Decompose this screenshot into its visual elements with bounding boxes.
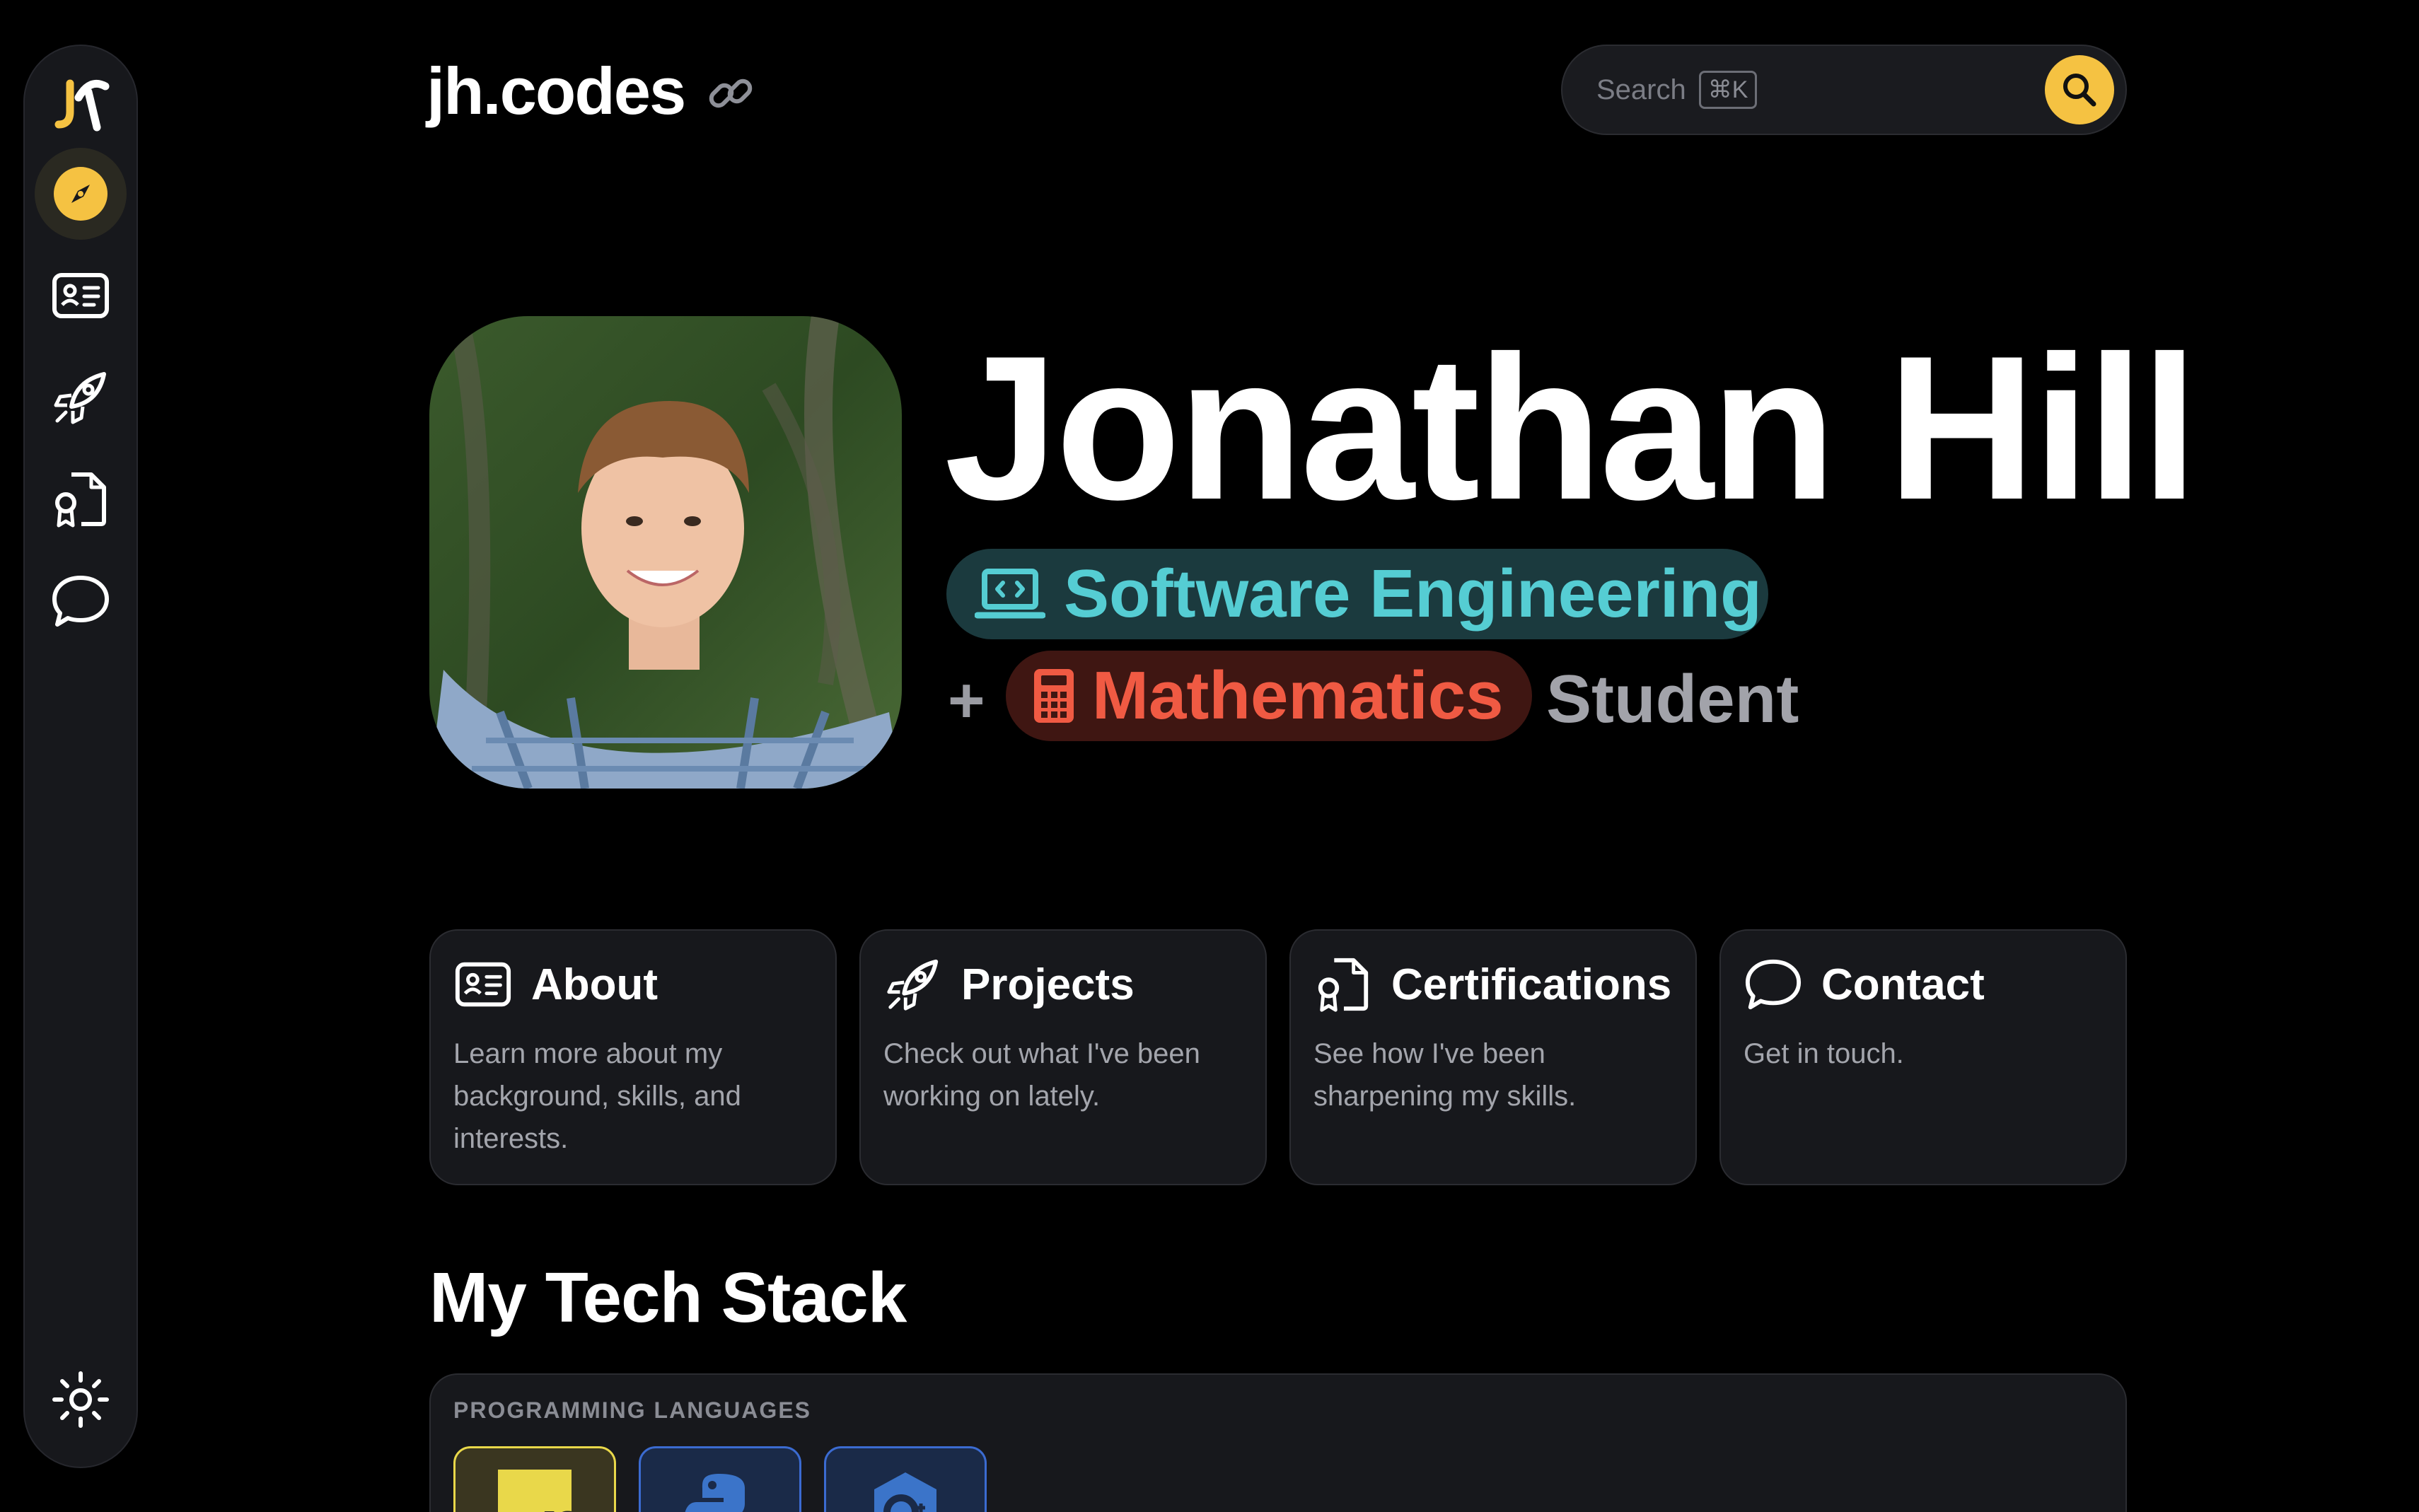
python-tile[interactable]	[639, 1446, 801, 1512]
sidebar-item-contact[interactable]	[35, 555, 127, 647]
mathematics-tag: Mathematics	[1006, 651, 1532, 741]
software-engineering-label: Software Engineering	[1064, 556, 1762, 632]
theme-toggle-button[interactable]	[35, 1354, 127, 1446]
contact-card-description: Get in touch.	[1744, 1038, 1904, 1069]
site-title[interactable]: jh.codes	[427, 53, 686, 129]
search-bar[interactable]: Search ⌘K	[1561, 45, 2127, 135]
sidebar-item-about[interactable]	[35, 250, 127, 342]
javascript-icon: JS	[498, 1470, 572, 1512]
search-input[interactable]: Search	[1596, 74, 1686, 106]
chat-bubble-icon	[1745, 959, 1802, 1010]
cpp-icon	[874, 1472, 936, 1512]
sidebar-item-certifications[interactable]	[35, 453, 127, 545]
calculator-icon	[1034, 669, 1074, 723]
plus-sign: +	[948, 665, 985, 736]
certifications-card-title: Certifications	[1391, 960, 1672, 1009]
chat-bubble-icon	[52, 576, 109, 627]
compass-icon	[54, 167, 108, 221]
category-label: PROGRAMMING LANGUAGES	[453, 1397, 811, 1423]
certificate-icon	[55, 472, 106, 528]
id-card-icon	[52, 273, 109, 318]
rocket-icon	[887, 959, 939, 1011]
hero-name: Jonathan Hill	[944, 313, 2198, 542]
javascript-tile[interactable]: JS	[453, 1446, 616, 1512]
search-icon	[2063, 74, 2096, 107]
certificate-icon	[1318, 958, 1369, 1012]
cpp-tile[interactable]	[824, 1446, 987, 1512]
certifications-card-description: See how I've been sharpening my skills.	[1313, 1038, 1577, 1112]
contact-card-title: Contact	[1821, 960, 1985, 1009]
about-card-description: Learn more about my background, skills, …	[453, 1038, 741, 1154]
sidebar-item-projects[interactable]	[35, 351, 127, 443]
id-card-icon	[455, 962, 511, 1007]
logo-icon[interactable]	[38, 67, 123, 138]
search-button[interactable]	[2045, 55, 2114, 124]
rocket-icon	[54, 372, 106, 424]
tech-icon-list: JS	[453, 1446, 2103, 1512]
about-card[interactable]: About Learn more about my background, sk…	[429, 929, 837, 1185]
mathematics-label: Mathematics	[1092, 658, 1504, 733]
about-card-title: About	[531, 960, 659, 1009]
profile-photo	[429, 316, 902, 789]
page: jh.codes Search ⌘K Jonathan Hill Softwar…	[0, 0, 2419, 1512]
search-shortcut-badge: ⌘K	[1698, 71, 1758, 109]
certifications-card[interactable]: Certifications See how I've been sharpen…	[1289, 929, 1697, 1185]
contact-card[interactable]: Contact Get in touch.	[1719, 929, 2127, 1185]
student-label: Student	[1546, 661, 1799, 737]
sidebar-item-explore[interactable]	[35, 148, 127, 240]
tech-stack-panel: PROGRAMMING LANGUAGES JS	[429, 1373, 2127, 1512]
link-icon[interactable]	[706, 69, 755, 122]
nav-cards: About Learn more about my background, sk…	[429, 929, 2127, 1185]
brand: jh.codes	[427, 53, 755, 129]
tech-stack-heading: My Tech Stack	[429, 1258, 907, 1337]
laptop-code-icon	[975, 569, 1045, 619]
projects-card-description: Check out what I've been working on late…	[883, 1038, 1200, 1112]
javascript-icon-label: JS	[538, 1505, 572, 1512]
projects-card[interactable]: Projects Check out what I've been workin…	[859, 929, 1267, 1185]
software-engineering-tag: Software Engineering	[946, 549, 1768, 639]
projects-card-title: Projects	[961, 960, 1135, 1009]
sun-icon	[52, 1371, 109, 1428]
sidebar	[23, 45, 138, 1468]
python-icon	[685, 1474, 745, 1512]
